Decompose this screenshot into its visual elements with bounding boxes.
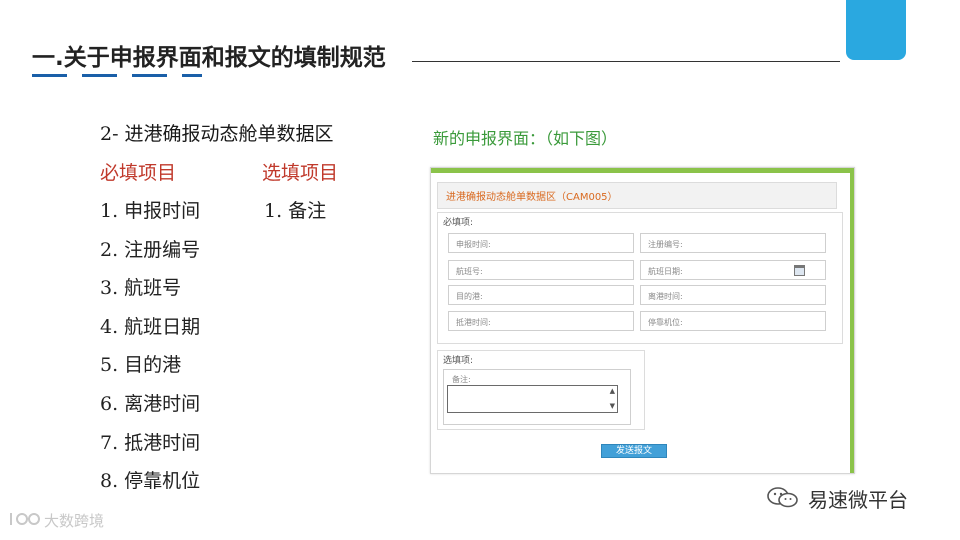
- scroll-down-icon[interactable]: ▼: [610, 403, 615, 410]
- wechat-brand-name: 易速微平台: [808, 488, 908, 512]
- destination-port-field[interactable]: 目的港:: [448, 285, 634, 305]
- field-label: 离港时间:: [648, 292, 683, 301]
- required-heading: 必填项目: [100, 162, 177, 184]
- field-label: 停靠机位:: [648, 318, 683, 327]
- optional-fields-label: 选填项:: [443, 356, 474, 366]
- new-ui-heading: 新的申报界面：（如下图）: [433, 129, 618, 148]
- required-item: 8. 停靠机位: [100, 470, 201, 493]
- remark-textarea[interactable]: ▲ ▼: [447, 385, 618, 413]
- slide-title: 一.关于申报界面和报文的填制规范: [32, 45, 386, 71]
- remark-label: 备注:: [452, 375, 471, 384]
- required-item: 1. 申报时间: [100, 200, 201, 222]
- required-fields-panel: 必填项: 申报时间: 注册编号: 航班号: 航班日期: 目的港: 离港时间: 抵…: [437, 212, 843, 344]
- scroll-up-icon[interactable]: ▲: [610, 388, 615, 395]
- required-item: 6. 离港时间: [100, 392, 201, 415]
- form-right-bar: [850, 173, 854, 473]
- company-logo-text: 大数跨境: [44, 512, 105, 530]
- required-item: 2. 注册编号: [100, 238, 201, 261]
- form-top-bar: [431, 168, 854, 173]
- field-label: 航班日期:: [648, 267, 683, 276]
- flight-number-field[interactable]: 航班号:: [448, 260, 634, 280]
- corner-decoration: [846, 0, 906, 60]
- title-underline: [412, 61, 840, 62]
- field-label: 申报时间:: [456, 240, 491, 249]
- declaration-form-screenshot: 进港确报动态舱单数据区（CAM005） 必填项: 申报时间: 注册编号: 航班号…: [430, 167, 855, 474]
- departure-time-field[interactable]: 离港时间:: [640, 285, 826, 305]
- title-accent-bar: [32, 74, 67, 77]
- declare-time-field[interactable]: 申报时间:: [448, 233, 634, 253]
- arrival-time-field[interactable]: 抵港时间:: [448, 311, 634, 331]
- field-label: 航班号:: [456, 267, 483, 276]
- optional-heading: 选填项目: [262, 162, 339, 184]
- field-label: 目的港:: [456, 292, 483, 301]
- required-items-list: 1. 申报时间 2. 注册编号 3. 航班号 4. 航班日期 5. 目的港 6.…: [100, 196, 200, 505]
- title-accent-bar: [182, 74, 202, 77]
- section-heading: 2- 进港确报动态舱单数据区: [100, 123, 334, 145]
- parking-stand-field[interactable]: 停靠机位:: [640, 311, 826, 331]
- wechat-icon: [767, 487, 798, 508]
- field-label: 注册编号:: [648, 240, 683, 249]
- required-item: 3. 航班号: [100, 277, 182, 300]
- required-item: 7. 抵港时间: [100, 431, 201, 454]
- submit-message-button[interactable]: 发送报文: [601, 444, 667, 458]
- registration-number-field[interactable]: 注册编号:: [640, 233, 826, 253]
- flight-date-field[interactable]: 航班日期:: [640, 260, 826, 280]
- title-accent-bar: [82, 74, 117, 77]
- optional-item: 1. 备注: [264, 200, 327, 222]
- field-label: 抵港时间:: [456, 318, 491, 327]
- company-logo-icon: [10, 513, 40, 525]
- optional-items-list: 1. 备注: [264, 196, 326, 235]
- required-fields-label: 必填项:: [443, 218, 474, 228]
- required-item: 5. 目的港: [100, 354, 182, 377]
- title-accent-bar: [132, 74, 167, 77]
- form-header: 进港确报动态舱单数据区（CAM005）: [437, 182, 837, 209]
- calendar-icon[interactable]: [794, 265, 805, 276]
- required-item: 4. 航班日期: [100, 315, 201, 338]
- form-header-title: 进港确报动态舱单数据区（CAM005）: [446, 192, 618, 203]
